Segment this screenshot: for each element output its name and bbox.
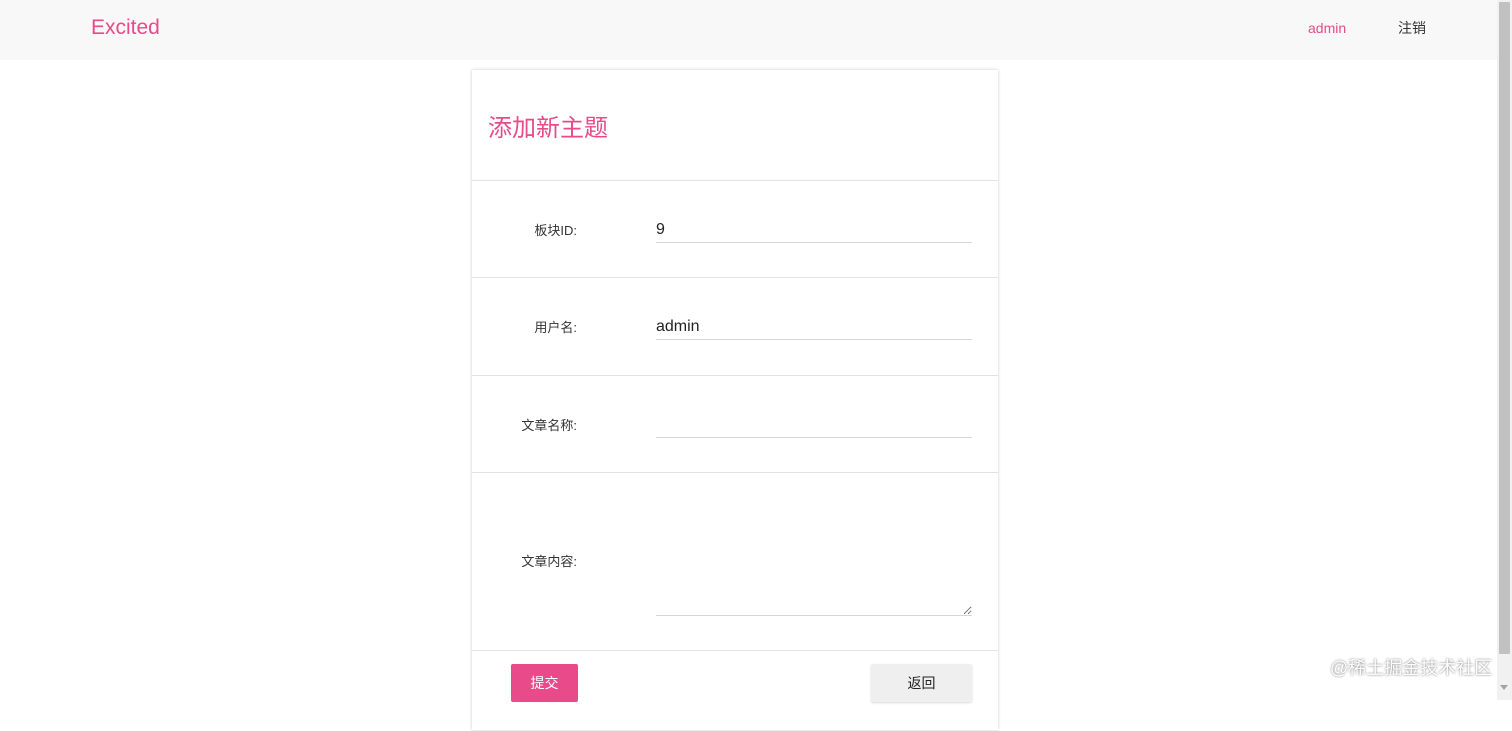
add-topic-card: 添加新主题 板块ID: 用户名: 文章名称: 文章内容: 提交 返回 bbox=[472, 70, 998, 730]
article-title-label: 文章名称: bbox=[521, 418, 577, 433]
username-input[interactable] bbox=[656, 315, 972, 340]
scrollbar-thumb[interactable] bbox=[1499, 2, 1510, 654]
submit-button[interactable]: 提交 bbox=[511, 664, 578, 702]
form-row-content: 文章内容: bbox=[472, 472, 998, 650]
username-label: 用户名: bbox=[534, 320, 577, 335]
page-title: 添加新主题 bbox=[488, 115, 608, 142]
top-navbar: Excited admin 注销 bbox=[0, 0, 1497, 60]
form-row-board-id: 板块ID: bbox=[472, 180, 998, 277]
article-content-textarea[interactable] bbox=[656, 555, 972, 616]
scroll-down-arrow-icon[interactable] bbox=[1500, 685, 1508, 690]
board-id-label: 板块ID: bbox=[534, 223, 577, 238]
form-row-title: 文章名称: bbox=[472, 375, 998, 472]
watermark: @稀土掘金技术社区 bbox=[1330, 658, 1493, 678]
back-button[interactable]: 返回 bbox=[871, 664, 972, 702]
board-id-input[interactable] bbox=[656, 218, 972, 243]
form-row-username: 用户名: bbox=[472, 277, 998, 375]
article-content-label: 文章内容: bbox=[521, 554, 577, 569]
brand-logo[interactable]: Excited bbox=[91, 15, 160, 41]
logout-link[interactable]: 注销 bbox=[1398, 19, 1426, 37]
vertical-scrollbar[interactable] bbox=[1497, 0, 1512, 700]
nav-user-link[interactable]: admin bbox=[1308, 19, 1346, 37]
article-title-input[interactable] bbox=[656, 413, 972, 438]
